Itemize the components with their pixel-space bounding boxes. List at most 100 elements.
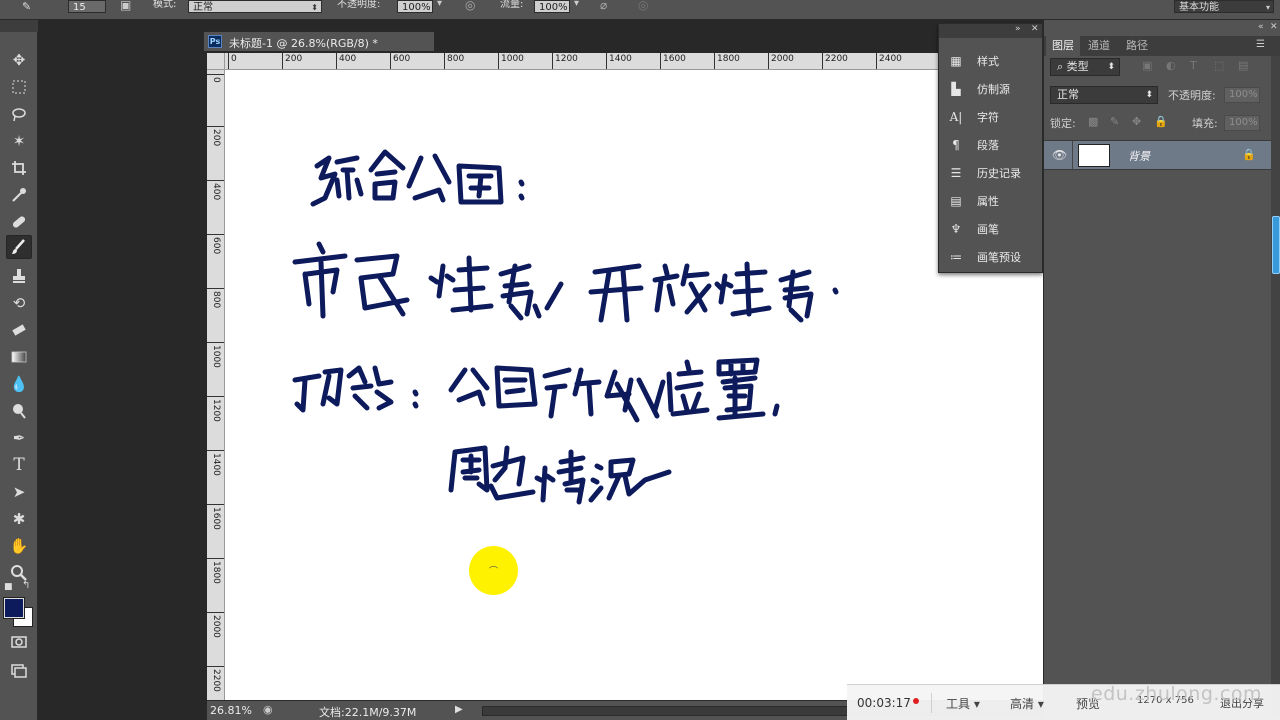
ruler-tick: 1200	[552, 53, 578, 69]
tab-channels[interactable]: 通道	[1082, 36, 1116, 56]
layer-opacity-label: 不透明度:	[1168, 89, 1216, 102]
lock-image-icon[interactable]: ✎	[1110, 115, 1119, 128]
brush-icon: ♆	[950, 222, 962, 236]
pressure-opacity-icon[interactable]: ◎	[465, 0, 475, 12]
opacity-dropdown-icon[interactable]: ▾	[437, 0, 442, 9]
recorder-quality-button[interactable]: 高清 ▾	[1010, 695, 1044, 712]
panel-item-properties[interactable]: ▤ 属性	[947, 188, 1042, 214]
document-canvas[interactable]	[225, 70, 1043, 700]
flow-dropdown-icon[interactable]: ▾	[574, 0, 579, 9]
panel-item-styles[interactable]: ▦ 样式	[947, 48, 1042, 74]
quick-select-tool-icon[interactable]: ✶	[6, 129, 32, 153]
blend-mode-select[interactable]: 正常 ⬍	[1050, 86, 1158, 104]
opacity-field[interactable]: 100%	[397, 0, 433, 13]
panel-dock-header[interactable]: » ✕	[939, 24, 1042, 38]
tools-panel-header[interactable]	[0, 20, 38, 32]
scroll-thumb[interactable]	[1272, 216, 1280, 274]
search-icon: ⌕	[1057, 60, 1067, 73]
expand-panels-icon[interactable]: »	[1015, 24, 1021, 34]
history-brush-tool-icon[interactable]: ⟲	[6, 291, 32, 315]
ruler-tick-label: 1200	[211, 399, 221, 422]
brush-preset-icon[interactable]: ✎	[22, 0, 31, 13]
pressure-size-icon[interactable]: ◎	[638, 0, 648, 12]
close-icon[interactable]: ✕	[1031, 24, 1039, 34]
ruler-tick-label: 1800	[211, 561, 221, 584]
ruler-origin[interactable]	[207, 53, 225, 70]
ruler-tick-label: 2000	[211, 615, 221, 638]
filter-adjustment-icon[interactable]: ◐	[1166, 59, 1176, 72]
screen-mode-icon[interactable]	[6, 658, 32, 682]
flow-field[interactable]: 100%	[534, 0, 570, 13]
panel-menu-icon[interactable]: ☰	[1256, 39, 1265, 50]
horizontal-ruler[interactable]: 0 200 400 600 800 1000 1200 1400 1600 18…	[225, 53, 940, 70]
move-tool-icon[interactable]: ✥	[6, 48, 32, 72]
ruler-tick: 1600	[660, 53, 686, 69]
brush-panel-icon[interactable]: ▣	[120, 0, 131, 12]
path-selection-tool-icon[interactable]: ➤	[6, 480, 32, 504]
lock-transparent-icon[interactable]: ▩	[1088, 115, 1098, 128]
shape-tool-icon[interactable]: ✱	[6, 507, 32, 531]
foreground-color-swatch[interactable]	[3, 597, 25, 619]
eyedropper-tool-icon[interactable]	[6, 183, 32, 207]
brush-size-box[interactable]: 15	[68, 0, 106, 13]
tab-paths[interactable]: 路径	[1120, 36, 1154, 56]
fill-field[interactable]: 100%	[1224, 115, 1260, 131]
layer-opacity-field[interactable]: 100%	[1224, 87, 1260, 103]
recording-timer: 00:03:17	[857, 696, 911, 710]
brush-cursor-icon: ⌒	[489, 567, 499, 577]
lock-position-icon[interactable]: ✥	[1132, 115, 1141, 128]
document-tab[interactable]: Ps 未标题-1 @ 26.8%(RGB/8) *	[203, 31, 435, 51]
flow-label: 流量:	[500, 0, 524, 10]
clone-stamp-tool-icon[interactable]	[6, 264, 32, 288]
lock-all-icon[interactable]: 🔒	[1154, 115, 1168, 128]
healing-brush-tool-icon[interactable]	[6, 210, 32, 234]
ruler-tick-label: 1400	[211, 453, 221, 476]
share-icon[interactable]: ◉	[263, 703, 273, 716]
tab-layers[interactable]: 图层	[1046, 36, 1080, 56]
layer-name[interactable]: 背景	[1128, 148, 1150, 164]
layer-filter-select[interactable]: ⌕ 类型 ⬍	[1050, 58, 1120, 76]
hand-tool-icon[interactable]: ✋	[6, 534, 32, 558]
filter-shape-icon[interactable]: ⬚	[1214, 59, 1224, 72]
dodge-tool-icon[interactable]	[6, 399, 32, 423]
panel-item-brush-presets[interactable]: ≔ 画笔预设	[947, 244, 1042, 270]
panel-item-character[interactable]: A| 字符	[947, 104, 1042, 130]
default-colors-icon[interactable]: ■	[4, 582, 13, 592]
layers-scrollbar[interactable]	[1271, 56, 1280, 716]
status-menu-arrow-icon[interactable]: ▶	[455, 704, 463, 715]
vertical-ruler[interactable]: 0 200 400 600 800 1000 1200 1400 1600 18…	[207, 70, 225, 700]
lasso-tool-icon[interactable]	[6, 102, 32, 126]
airbrush-icon[interactable]: ⌀	[600, 0, 607, 12]
type-tool-icon[interactable]: T	[6, 453, 32, 477]
mode-select[interactable]: 正常 ⬍	[188, 0, 322, 13]
swap-colors-icon[interactable]: ↰	[22, 580, 30, 591]
panel-item-history[interactable]: ☰ 历史记录	[947, 160, 1042, 186]
gradient-tool-icon[interactable]	[6, 345, 32, 369]
ruler-tick: 2000	[207, 612, 224, 640]
ruler-tick: 1000	[498, 53, 524, 69]
panel-item-paragraph[interactable]: ¶ 段落	[947, 132, 1042, 158]
eraser-tool-icon[interactable]	[6, 318, 32, 342]
panel-item-brush[interactable]: ♆ 画笔	[947, 216, 1042, 242]
photoshop-file-icon: Ps	[208, 35, 222, 48]
layer-row[interactable]: 👁 背景 🔒	[1044, 140, 1271, 171]
close-icon[interactable]: ✕	[1270, 22, 1278, 32]
workspace-select[interactable]: 基本功能 ▾	[1174, 0, 1274, 13]
marquee-tool-icon[interactable]	[6, 75, 32, 99]
handwriting-line-4	[448, 445, 672, 505]
zoom-level[interactable]: 26.81%	[210, 704, 252, 717]
quick-mask-icon[interactable]	[6, 630, 32, 654]
filter-type-icon[interactable]: T	[1190, 59, 1197, 72]
filter-pixel-icon[interactable]: ▣	[1142, 59, 1152, 72]
crop-tool-icon[interactable]	[6, 156, 32, 180]
pen-tool-icon[interactable]: ✒	[6, 426, 32, 450]
recorder-tools-button[interactable]: 工具 ▾	[946, 695, 980, 712]
opacity-label: 不透明度:	[337, 0, 381, 10]
collapse-panel-icon[interactable]: «	[1258, 22, 1264, 32]
eye-icon[interactable]: 👁	[1052, 148, 1067, 162]
blur-tool-icon[interactable]: 💧	[6, 372, 32, 396]
ruler-tick: 400	[207, 180, 224, 202]
brush-tool-icon[interactable]	[6, 235, 32, 259]
panel-item-clone-source[interactable]: ▙ 仿制源	[947, 76, 1042, 102]
filter-smart-object-icon[interactable]: ▤	[1238, 59, 1248, 72]
